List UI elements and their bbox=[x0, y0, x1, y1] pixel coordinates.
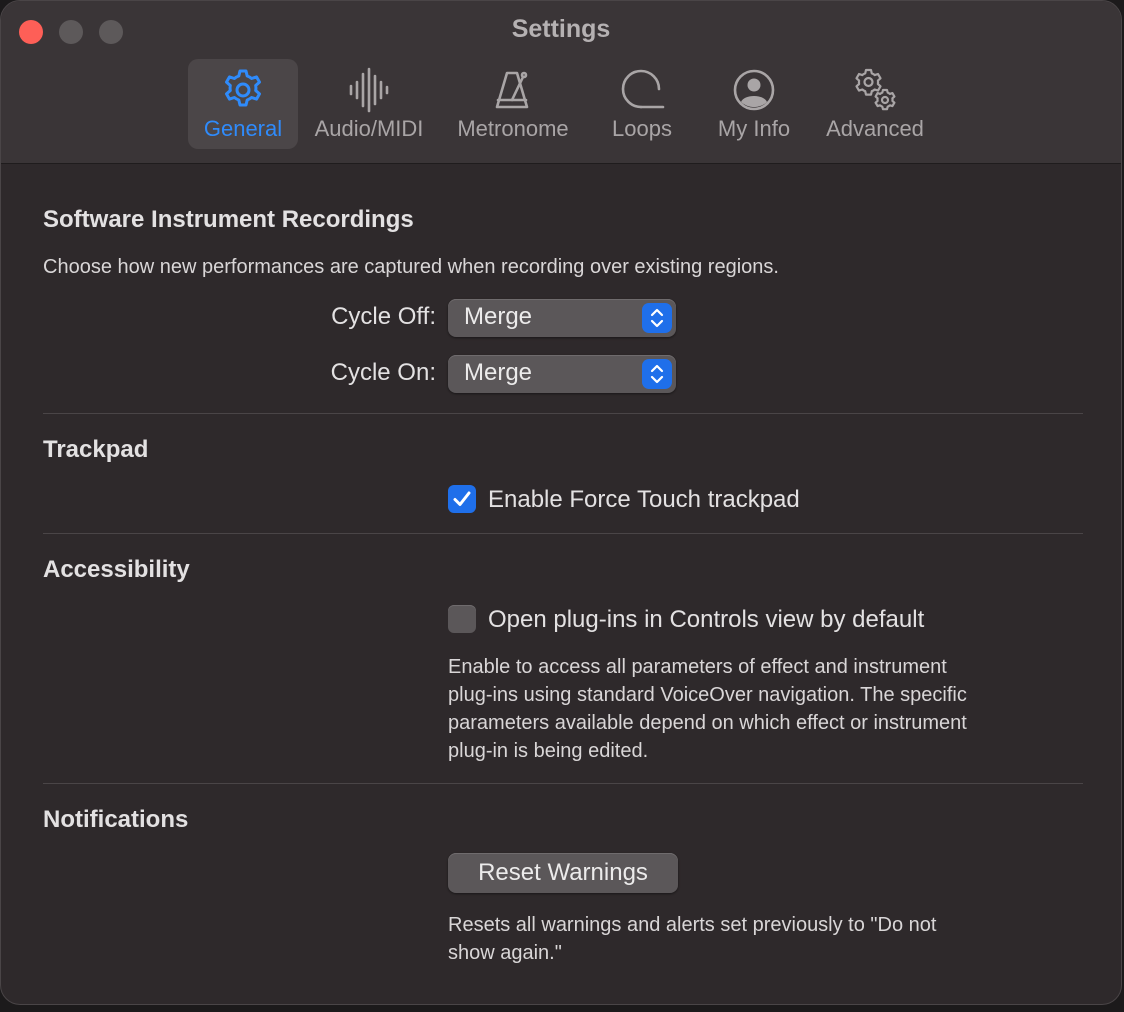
accessibility-help-line-2: plug-ins using standard VoiceOver naviga… bbox=[448, 684, 967, 706]
tab-audio-midi[interactable]: Audio/MIDI bbox=[309, 59, 429, 149]
cycle-on-label: Cycle On: bbox=[330, 359, 436, 386]
tab-general-label: General bbox=[203, 116, 283, 141]
tab-metronome[interactable]: Metronome bbox=[449, 59, 577, 149]
general-pane: Software Instrument Recordings Choose ho… bbox=[1, 164, 1121, 1004]
cycle-off-popup[interactable]: Merge bbox=[448, 299, 676, 337]
tab-metronome-label: Metronome bbox=[457, 116, 569, 141]
section-description: Choose how new performances are captured… bbox=[43, 256, 779, 278]
accessibility-help-line-4: plug-in is being edited. bbox=[448, 740, 649, 762]
section-heading-accessibility: Accessibility bbox=[43, 556, 190, 583]
toolbar: Settings General Audio/MIDI Metronome Lo… bbox=[1, 1, 1121, 164]
popup-chevrons-icon bbox=[642, 303, 672, 333]
window-title: Settings bbox=[511, 15, 611, 43]
checkmark-icon bbox=[453, 491, 471, 506]
reset-warnings-label: Reset Warnings bbox=[478, 859, 648, 886]
cycle-off-value: Merge bbox=[464, 303, 533, 330]
tab-advanced[interactable]: Advanced bbox=[817, 59, 933, 149]
gears-icon bbox=[855, 68, 896, 111]
loop-icon bbox=[621, 69, 665, 109]
notifications-help-line-2: show again." bbox=[448, 942, 562, 964]
accessibility-help-line-3: parameters available depend on which eff… bbox=[448, 712, 967, 734]
popup-chevrons-icon bbox=[642, 359, 672, 389]
reset-warnings-button[interactable]: Reset Warnings bbox=[448, 853, 678, 893]
section-divider bbox=[43, 413, 1083, 414]
section-heading-software-instrument: Software Instrument Recordings bbox=[43, 206, 414, 233]
tab-loops[interactable]: Loops bbox=[597, 59, 687, 149]
settings-window: Settings General Audio/MIDI Metronome Lo… bbox=[0, 0, 1122, 1005]
cycle-on-popup[interactable]: Merge bbox=[448, 355, 676, 393]
force-touch-label: Enable Force Touch trackpad bbox=[488, 486, 800, 513]
force-touch-checkbox[interactable] bbox=[448, 485, 476, 513]
notifications-help-line-1: Resets all warnings and alerts set previ… bbox=[448, 914, 937, 936]
cycle-on-value: Merge bbox=[464, 359, 533, 386]
person-icon bbox=[733, 69, 775, 111]
accessibility-help-line-1: Enable to access all parameters of effec… bbox=[448, 656, 947, 678]
section-heading-trackpad: Trackpad bbox=[43, 436, 149, 463]
controls-view-label: Open plug-ins in Controls view by defaul… bbox=[488, 606, 925, 633]
tab-advanced-label: Advanced bbox=[826, 116, 924, 141]
tab-loops-label: Loops bbox=[612, 116, 672, 141]
section-heading-notifications: Notifications bbox=[43, 806, 189, 833]
cycle-off-label: Cycle Off: bbox=[331, 303, 436, 330]
tab-my-info-label: My Info bbox=[717, 116, 791, 141]
controls-view-checkbox[interactable] bbox=[448, 605, 476, 633]
tab-my-info[interactable]: My Info bbox=[707, 59, 801, 149]
section-divider bbox=[43, 783, 1083, 784]
metronome-icon bbox=[495, 71, 529, 109]
tab-general[interactable]: General bbox=[188, 59, 298, 149]
tab-audio-midi-label: Audio/MIDI bbox=[314, 116, 424, 141]
gear-icon bbox=[225, 69, 261, 107]
section-divider bbox=[43, 533, 1083, 534]
waveform-icon bbox=[349, 67, 389, 113]
